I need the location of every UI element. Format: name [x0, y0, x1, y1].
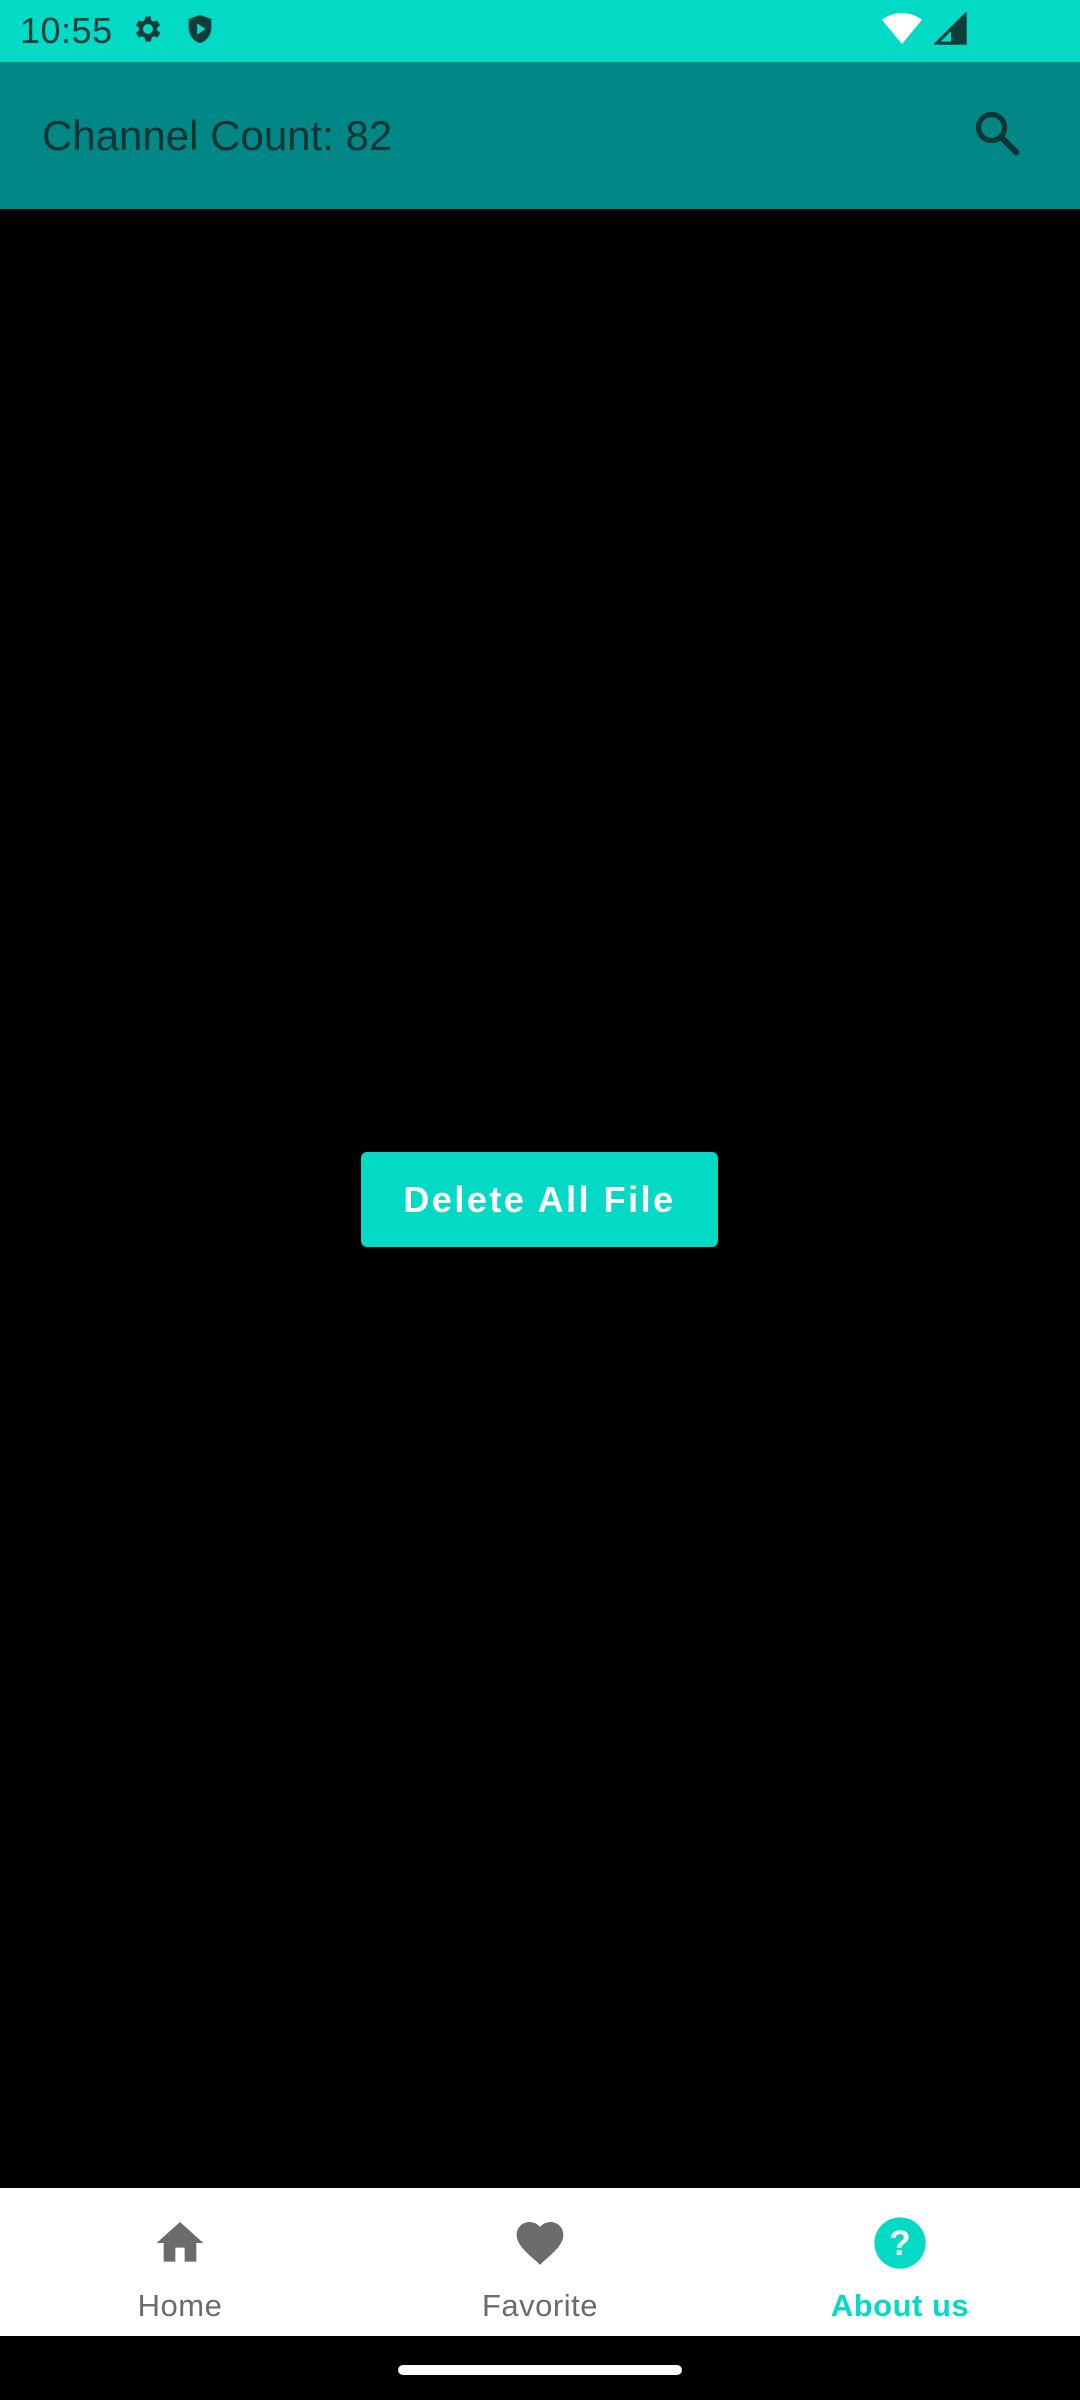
main-content: Delete All File — [0, 209, 1080, 2188]
gear-icon — [131, 12, 165, 51]
nav-label-home: Home — [137, 2288, 223, 2323]
status-left: 10:55 — [20, 0, 217, 62]
status-right — [882, 0, 968, 62]
bottom-navigation: Home Favorite ? About us — [0, 2188, 1080, 2336]
app-bar: Channel Count: 82 — [0, 62, 1080, 209]
home-gesture-handle[interactable] — [398, 2365, 682, 2375]
search-icon — [971, 107, 1023, 164]
nav-label-about-us: About us — [830, 2288, 970, 2323]
status-time: 10:55 — [20, 10, 113, 51]
search-button[interactable] — [964, 102, 1030, 168]
signal-icon — [933, 10, 968, 51]
nav-item-about-us[interactable]: ? About us — [720, 2188, 1080, 2336]
delete-all-file-button[interactable]: Delete All File — [361, 1152, 718, 1247]
wifi-icon — [882, 12, 922, 51]
gesture-bar — [0, 2336, 1080, 2400]
home-icon — [152, 2215, 208, 2276]
status-bar: 10:55 — [0, 0, 1080, 62]
nav-item-favorite[interactable]: Favorite — [360, 2188, 720, 2336]
heart-icon — [512, 2215, 568, 2276]
shield-play-icon — [183, 12, 217, 51]
help-circle-icon: ? — [872, 2215, 928, 2276]
svg-text:?: ? — [889, 2224, 910, 2263]
page-title: Channel Count: 82 — [42, 111, 393, 159]
nav-item-home[interactable]: Home — [0, 2188, 360, 2336]
nav-label-favorite: Favorite — [482, 2288, 598, 2323]
